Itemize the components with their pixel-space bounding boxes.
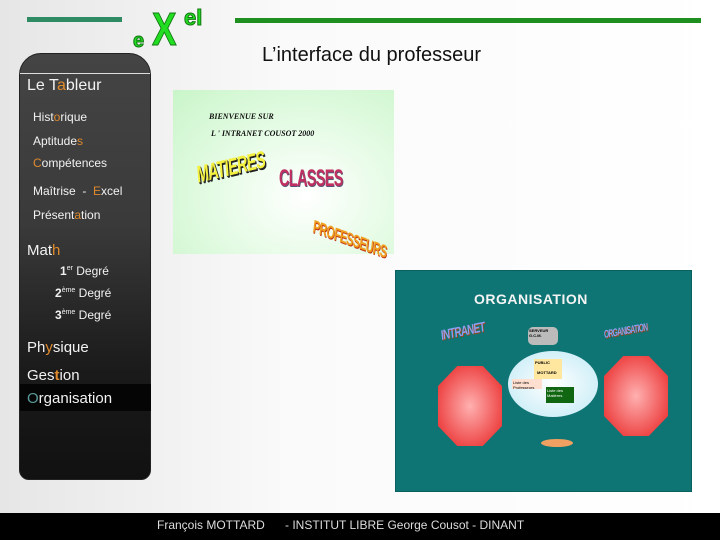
label-organisation: ORGANISATION [603, 321, 648, 341]
label-intranet: INTRANET [440, 318, 486, 343]
menu-1er-degre[interactable]: 1er Degré [60, 264, 109, 278]
menu-math[interactable]: Math [27, 242, 60, 259]
menu-presentation[interactable]: Présentation [33, 208, 100, 222]
menu-aptitudes[interactable]: Aptitudes [33, 134, 83, 148]
footer-bar: François MOTTARD - INSTITUT LIBRE George… [0, 513, 720, 540]
menu-organisation[interactable]: Organisation [27, 390, 112, 407]
welcome-line1: BIENVENUE SUR [209, 112, 274, 121]
footer-institution: - INSTITUT LIBRE George Cousot - DINANT [285, 518, 525, 532]
logo-e: e [132, 30, 145, 53]
logo-el: el [183, 5, 203, 31]
liste-professeurs-box: Liste des Professeurs [512, 379, 542, 390]
sidebar-menu: Le Tableur Historique Aptitudes Compéten… [19, 53, 151, 480]
menu-physique[interactable]: Physique [27, 339, 89, 356]
intranet-welcome-screenshot: BIENVENUE SUR L ' INTRANET COUSOT 2000 M… [173, 90, 394, 262]
word-professeurs: PROFESSEURS [311, 216, 388, 262]
organisation-title: ORGANISATION [474, 291, 588, 307]
menu-maitrise-excel[interactable]: Maîtrise - Excel [33, 184, 122, 198]
sidebar-divider [20, 73, 150, 74]
organisation-diagram-screenshot: ORGANISATION INTRANET ORGANISATION SERVE… [395, 270, 692, 492]
procedure-oval [541, 439, 573, 447]
header-line-right [235, 18, 701, 23]
right-octagon [604, 356, 668, 436]
server-box: SERVEUR G.C.M. [528, 327, 558, 345]
liste-matieres-box: Liste des Matières [546, 387, 574, 403]
left-octagon [438, 366, 502, 446]
word-classes: CLASSES [279, 165, 343, 192]
header-line-left [27, 17, 122, 22]
menu-gestion[interactable]: Gestion [27, 367, 80, 384]
menu-le-tableur[interactable]: Le Tableur [27, 77, 101, 95]
footer-author: François MOTTARD [157, 518, 265, 532]
menu-3eme-degre[interactable]: 3ème Degré [55, 308, 111, 322]
logo-x: X [152, 3, 177, 56]
menu-historique[interactable]: Historique [33, 110, 87, 124]
menu-2eme-degre[interactable]: 2ème Degré [55, 286, 111, 300]
welcome-line2: L ' INTRANET COUSOT 2000 [211, 129, 315, 138]
page-title: L’interface du professeur [262, 44, 482, 66]
exel-logo: e X el [130, 2, 220, 56]
mottard-box: MOTTARD [537, 370, 557, 375]
word-matieres: MATIERES [195, 146, 266, 189]
menu-competences[interactable]: Compétences [33, 156, 107, 170]
